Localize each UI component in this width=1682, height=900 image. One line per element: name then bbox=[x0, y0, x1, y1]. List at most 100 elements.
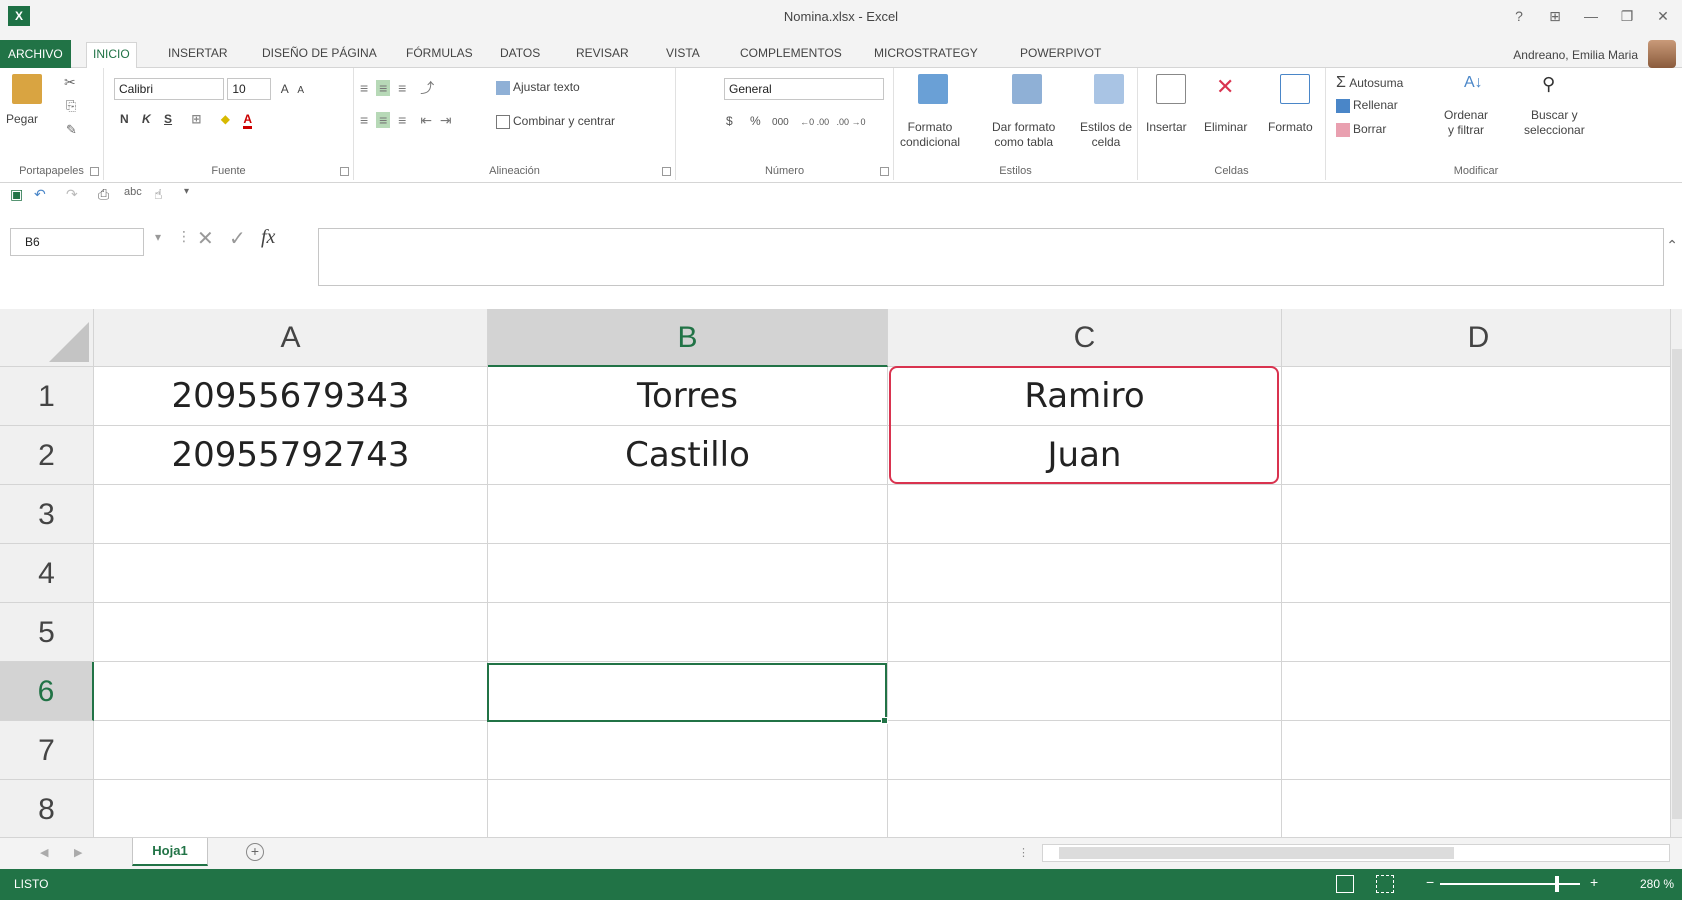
confirm-entry-icon[interactable]: ✓ bbox=[229, 226, 246, 251]
formula-input[interactable] bbox=[318, 228, 1664, 286]
help-icon[interactable]: ? bbox=[1504, 4, 1534, 28]
cell-d6[interactable] bbox=[1282, 662, 1670, 721]
tab-revisar[interactable]: REVISAR bbox=[570, 42, 635, 68]
worksheet-grid[interactable]: A B C D 1 2 3 4 5 6 7 8 20955679343 Torr… bbox=[0, 309, 1670, 837]
column-header-b[interactable]: B bbox=[488, 309, 888, 367]
format-cells-icon[interactable] bbox=[1280, 74, 1310, 104]
thousands-button[interactable]: 000 bbox=[772, 117, 789, 128]
clear-button[interactable]: Borrar bbox=[1336, 122, 1386, 137]
avatar[interactable] bbox=[1648, 40, 1676, 68]
format-cells-button[interactable]: Formato bbox=[1268, 120, 1313, 134]
cell-c6[interactable] bbox=[888, 662, 1282, 721]
tab-insertar[interactable]: INSERTAR bbox=[162, 42, 234, 68]
tab-microstrategy[interactable]: MICROSTRATEGY bbox=[868, 42, 984, 68]
insert-cells-button[interactable]: Insertar bbox=[1146, 120, 1187, 134]
cell-d5[interactable] bbox=[1282, 603, 1670, 662]
cell-a8[interactable] bbox=[94, 780, 488, 837]
decrease-indent-icon[interactable]: ⇤ bbox=[420, 112, 432, 128]
sheet-next-icon[interactable]: ▶ bbox=[74, 846, 82, 859]
shrink-font-button[interactable]: A bbox=[297, 85, 304, 96]
fill-button[interactable]: Rellenar bbox=[1336, 98, 1398, 113]
tab-datos[interactable]: DATOS bbox=[494, 42, 546, 68]
cell-c5[interactable] bbox=[888, 603, 1282, 662]
cell-b3[interactable] bbox=[488, 485, 888, 544]
row-header-1[interactable]: 1 bbox=[0, 367, 94, 426]
currency-button[interactable]: $ bbox=[726, 114, 733, 128]
cell-a1[interactable]: 20955679343 bbox=[94, 367, 488, 426]
fill-handle[interactable] bbox=[881, 717, 888, 724]
conditional-format-icon[interactable] bbox=[918, 74, 948, 104]
borders-icon[interactable]: ⊞ bbox=[191, 112, 201, 126]
increase-decimal-button[interactable]: ←0 .00 bbox=[800, 117, 829, 127]
merge-center-button[interactable]: Combinar y centrar bbox=[496, 114, 615, 129]
zoom-slider-knob[interactable] bbox=[1555, 876, 1559, 892]
cell-a7[interactable] bbox=[94, 721, 488, 780]
align-left-icon[interactable]: ≡ bbox=[360, 112, 368, 128]
vertical-scroll-thumb[interactable] bbox=[1672, 349, 1682, 819]
align-right-icon[interactable]: ≡ bbox=[398, 112, 406, 128]
column-header-a[interactable]: A bbox=[94, 309, 488, 367]
tab-archivo[interactable]: ARCHIVO bbox=[0, 40, 71, 68]
sort-filter-icon[interactable]: A↓ bbox=[1464, 74, 1483, 92]
wrap-text-button[interactable]: Ajustar texto bbox=[496, 80, 580, 95]
cell-b8[interactable] bbox=[488, 780, 888, 837]
dialog-launcher-icon[interactable] bbox=[880, 167, 889, 176]
print-preview-icon[interactable]: ⎙ bbox=[98, 186, 109, 203]
increase-indent-icon[interactable]: ⇥ bbox=[440, 112, 452, 128]
font-name-input[interactable]: Calibri bbox=[114, 78, 224, 100]
zoom-level[interactable]: 280 % bbox=[1640, 877, 1674, 891]
number-format-select[interactable]: General bbox=[724, 78, 884, 100]
italic-button[interactable]: K bbox=[142, 112, 151, 126]
cell-d1[interactable] bbox=[1282, 367, 1670, 426]
cell-d7[interactable] bbox=[1282, 721, 1670, 780]
undo-icon[interactable]: ↶ bbox=[34, 186, 46, 203]
paste-button[interactable]: Pegar bbox=[6, 112, 38, 126]
align-bottom-icon[interactable]: ≡ bbox=[398, 80, 406, 96]
orientation-icon[interactable]: ⤴ bbox=[420, 80, 434, 96]
cell-a4[interactable] bbox=[94, 544, 488, 603]
horizontal-scrollbar[interactable] bbox=[1042, 844, 1670, 862]
conditional-format-button[interactable]: Formato condicional bbox=[900, 120, 960, 150]
align-top-icon[interactable]: ≡ bbox=[360, 80, 368, 96]
cell-d8[interactable] bbox=[1282, 780, 1670, 837]
row-header-4[interactable]: 4 bbox=[0, 544, 94, 603]
zoom-in-icon[interactable]: + bbox=[1590, 874, 1598, 890]
cell-d4[interactable] bbox=[1282, 544, 1670, 603]
paste-icon[interactable] bbox=[12, 74, 42, 104]
select-all-button[interactable] bbox=[0, 309, 94, 367]
user-name[interactable]: Andreano, Emilia Maria bbox=[1513, 48, 1638, 62]
touch-mode-icon[interactable]: ☝ bbox=[154, 186, 163, 203]
spelling-icon[interactable]: abc bbox=[124, 186, 142, 198]
cell-a3[interactable] bbox=[94, 485, 488, 544]
align-middle-icon[interactable]: ≡ bbox=[376, 80, 391, 96]
name-box[interactable]: B6 bbox=[10, 228, 144, 256]
zoom-out-icon[interactable]: − bbox=[1426, 874, 1434, 890]
cell-b2[interactable]: Castillo bbox=[488, 426, 888, 485]
row-header-5[interactable]: 5 bbox=[0, 603, 94, 662]
cell-styles-button[interactable]: Estilos de celda bbox=[1080, 120, 1132, 150]
column-header-d[interactable]: D bbox=[1282, 309, 1670, 367]
tab-inicio[interactable]: INICIO bbox=[86, 42, 137, 69]
cell-c8[interactable] bbox=[888, 780, 1282, 837]
normal-view-icon[interactable] bbox=[1336, 875, 1354, 893]
cut-icon[interactable]: ✂ bbox=[64, 74, 76, 91]
cell-b5[interactable] bbox=[488, 603, 888, 662]
cell-b1[interactable]: Torres bbox=[488, 367, 888, 426]
row-header-6[interactable]: 6 bbox=[0, 662, 94, 721]
collapse-formula-bar-icon[interactable]: ⌃ bbox=[1666, 237, 1678, 254]
delete-cells-icon[interactable]: ✕ bbox=[1216, 74, 1234, 100]
sheet-prev-icon[interactable]: ◀ bbox=[40, 846, 48, 859]
row-header-3[interactable]: 3 bbox=[0, 485, 94, 544]
column-header-c[interactable]: C bbox=[888, 309, 1282, 367]
dialog-launcher-icon[interactable] bbox=[340, 167, 349, 176]
redo-icon[interactable]: ↷ bbox=[66, 186, 78, 203]
delete-cells-button[interactable]: Eliminar bbox=[1204, 120, 1247, 134]
horizontal-scroll-thumb[interactable] bbox=[1059, 847, 1454, 859]
percent-button[interactable]: % bbox=[750, 114, 761, 128]
restore-icon[interactable]: ❐ bbox=[1612, 4, 1642, 28]
format-as-table-icon[interactable] bbox=[1012, 74, 1042, 104]
format-as-table-button[interactable]: Dar formato como tabla bbox=[992, 120, 1055, 150]
underline-button[interactable]: S bbox=[164, 112, 172, 126]
tab-complementos[interactable]: COMPLEMENTOS bbox=[734, 42, 848, 68]
binoculars-icon[interactable]: ⚲ bbox=[1542, 74, 1555, 95]
